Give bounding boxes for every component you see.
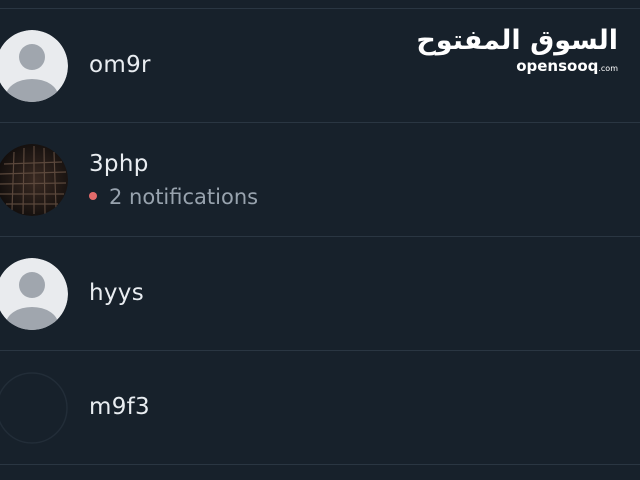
empty-avatar [0,372,68,444]
notification-dot-icon [89,192,97,200]
contact-name: hyys [89,280,144,306]
watermark-latin-text: opensooq.com [416,58,618,77]
contact-name: 3php [89,151,149,177]
chat-list-screen: om9r 3php 2 notifications hyys m9f3 السو… [0,0,640,480]
watermark-suffix: .com [598,64,618,73]
default-avatar-icon [0,30,68,102]
contact-row-3php[interactable]: 3php 2 notifications [0,123,640,236]
contact-row-m9f3[interactable]: m9f3 [0,351,640,464]
notification-status: 2 notifications [89,185,258,209]
watermark-arabic-text: السوق المفتوح [416,25,618,56]
divider [0,464,640,465]
default-avatar-icon [0,258,68,330]
notification-count-text: 2 notifications [109,185,259,209]
contact-row-hyys[interactable]: hyys [0,237,640,350]
photo-avatar [0,144,68,216]
watermark-brand: opensooq [516,57,599,75]
contact-name: m9f3 [89,394,150,420]
contact-name: om9r [89,52,151,78]
opensooq-watermark-logo: السوق المفتوح opensooq.com [416,26,618,77]
